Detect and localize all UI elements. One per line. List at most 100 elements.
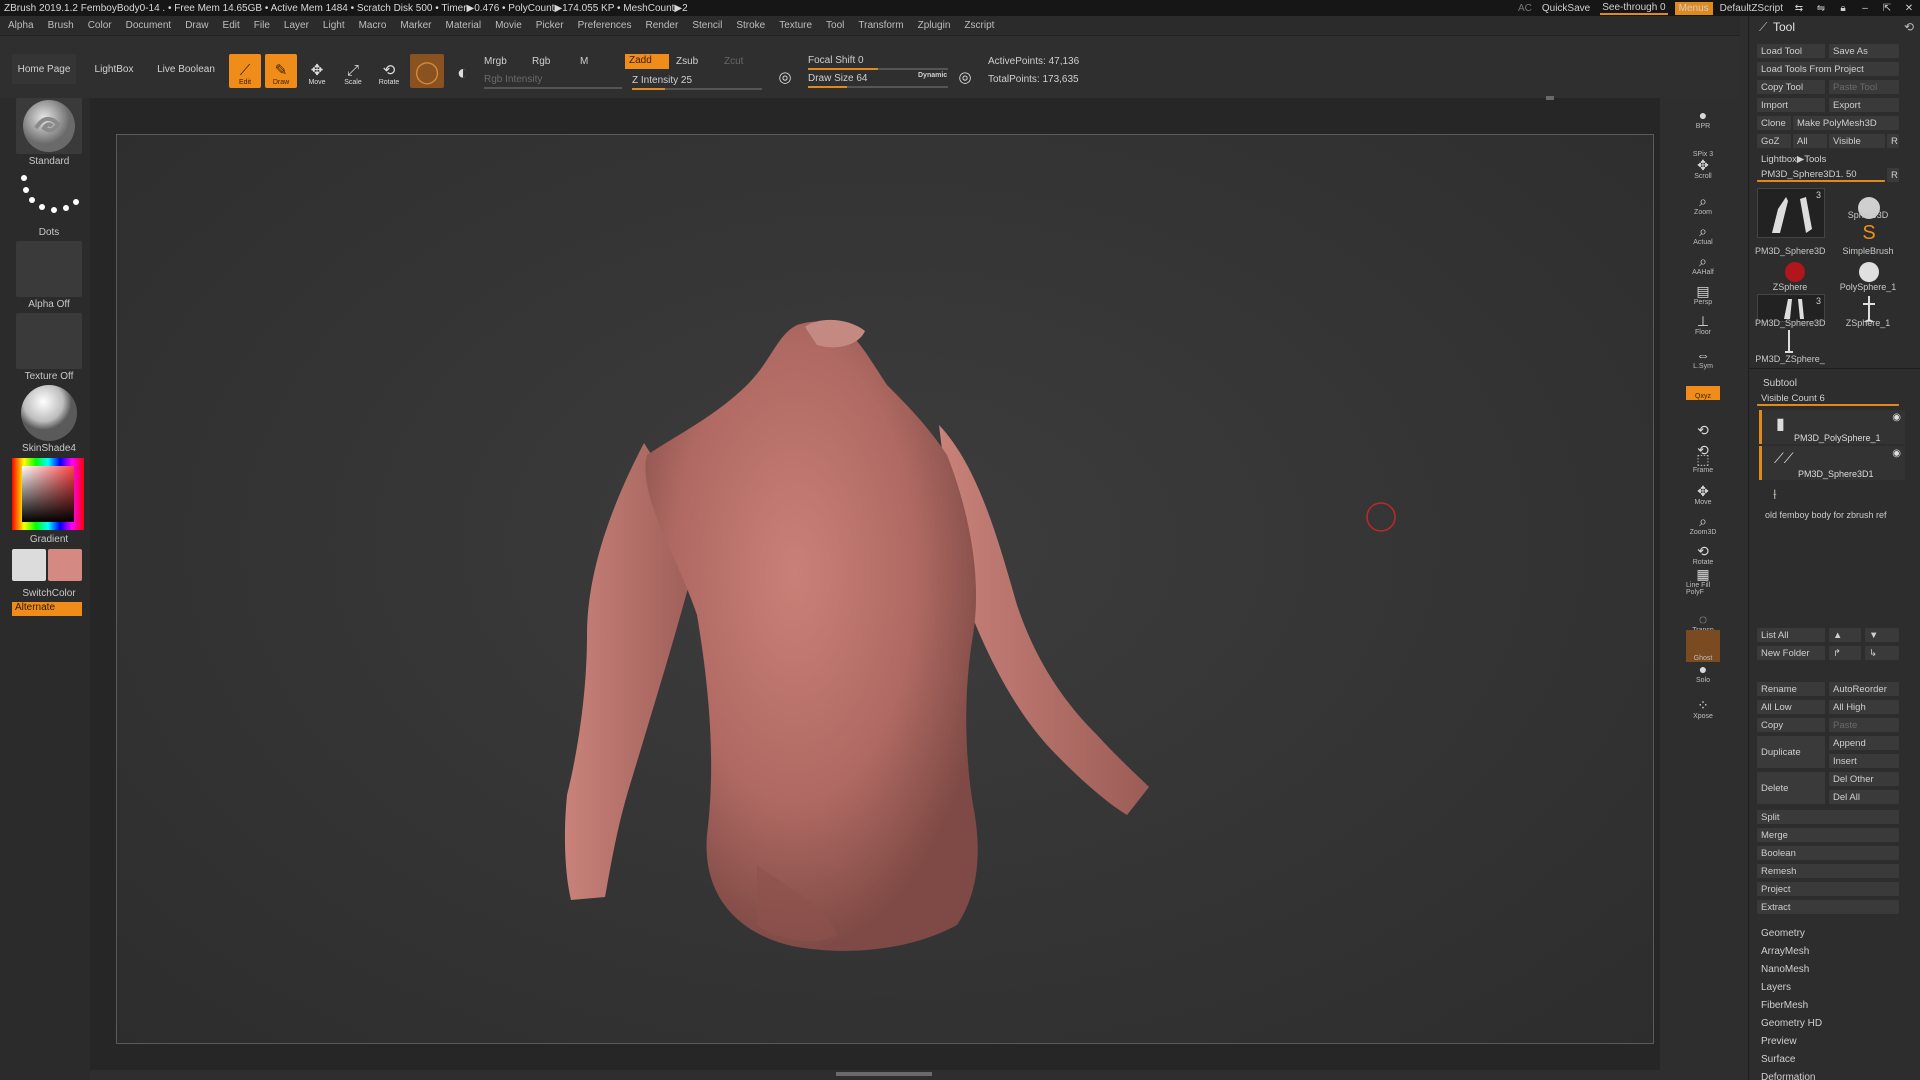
- shelf-qxyz-button[interactable]: Qxyz: [1686, 386, 1720, 400]
- z-intensity-slider[interactable]: Z Intensity 25: [632, 75, 762, 90]
- menu-draw[interactable]: Draw: [185, 20, 208, 31]
- menu-stroke[interactable]: Stroke: [736, 20, 765, 31]
- del-all-button[interactable]: Del All: [1829, 790, 1899, 804]
- shelf-persp-button[interactable]: ▤ Persp: [1686, 274, 1720, 306]
- boolean-section[interactable]: Boolean: [1757, 846, 1899, 860]
- menu-file[interactable]: File: [254, 20, 270, 31]
- layout-icon[interactable]: ⇆: [1792, 3, 1806, 14]
- export-button[interactable]: Export: [1829, 98, 1899, 112]
- mrgb-toggle[interactable]: Mrgb: [484, 56, 524, 68]
- menu-macro[interactable]: Macro: [359, 20, 387, 31]
- zcut-toggle[interactable]: Zcut: [724, 56, 754, 68]
- import-button[interactable]: Import: [1757, 98, 1825, 112]
- focal-shift-slider[interactable]: Focal Shift 0: [808, 55, 948, 70]
- delete-button[interactable]: Delete: [1757, 772, 1825, 804]
- subtool-row-1[interactable]: ▮ ◉ PM3D_PolySphere_1: [1759, 410, 1905, 444]
- subtool-visibility-eye-icon[interactable]: ◉: [1892, 448, 1901, 459]
- rotate-mode-button[interactable]: ⟲ Rotate: [373, 54, 405, 88]
- autoreorder-button[interactable]: AutoReorder: [1829, 682, 1899, 696]
- menu-render[interactable]: Render: [646, 20, 679, 31]
- color-picker[interactable]: [12, 458, 84, 530]
- menu-transform[interactable]: Transform: [858, 20, 903, 31]
- move-mode-button[interactable]: ✥ Move: [301, 54, 333, 88]
- m-toggle[interactable]: M: [580, 56, 600, 68]
- scale-mode-button[interactable]: ⤢ Scale: [337, 54, 369, 88]
- document-canvas[interactable]: [116, 134, 1654, 1044]
- brush-preview-button[interactable]: ◯: [410, 54, 444, 88]
- home-page-button[interactable]: Home Page: [12, 54, 76, 84]
- menu-tool[interactable]: Tool: [826, 20, 844, 31]
- copy-subtool-button[interactable]: Copy: [1757, 718, 1825, 732]
- switch-color-button[interactable]: SwitchColor: [10, 588, 88, 599]
- maximize-icon[interactable]: ⇱: [1880, 3, 1894, 14]
- section-deformation[interactable]: Deformation: [1761, 1072, 1815, 1080]
- shelf-rotate-button[interactable]: ⟲ Rotate: [1686, 534, 1720, 566]
- texture-thumb[interactable]: [16, 313, 82, 369]
- shelf-xpose-button[interactable]: ⁘ Xpose: [1686, 688, 1720, 720]
- tool-thumb-pm3d-sphere3d[interactable]: 3: [1757, 188, 1825, 238]
- menu-picker[interactable]: Picker: [536, 20, 564, 31]
- menu-color[interactable]: Color: [88, 20, 112, 31]
- menu-document[interactable]: Document: [126, 20, 172, 31]
- d-toggle-button[interactable]: ◎: [952, 54, 978, 88]
- tool-thumb-zsphere[interactable]: [1775, 260, 1815, 284]
- paste-subtool-button[interactable]: Paste: [1829, 718, 1899, 732]
- copy-tool-button[interactable]: Copy Tool: [1757, 80, 1825, 94]
- subtool-row-2[interactable]: ⟋⟋ ◉ PM3D_Sphere3D1: [1759, 446, 1905, 480]
- section-nanomesh[interactable]: NanoMesh: [1761, 964, 1809, 975]
- zsub-toggle[interactable]: Zsub: [676, 56, 706, 68]
- tool-thumb-simplebrush[interactable]: S: [1849, 222, 1889, 248]
- del-other-button[interactable]: Del Other: [1829, 772, 1899, 786]
- color-picker-square[interactable]: [22, 466, 74, 522]
- menu-alpha[interactable]: Alpha: [8, 20, 34, 31]
- dots-stroke-thumb[interactable]: [16, 170, 82, 226]
- all-high-button[interactable]: All High: [1829, 700, 1899, 714]
- menus-toggle-button[interactable]: Menus: [1674, 1, 1713, 15]
- goz-all-button[interactable]: All: [1793, 134, 1827, 148]
- section-preview[interactable]: Preview: [1761, 1036, 1797, 1047]
- subtool-row-3[interactable]: ⟊ old femboy body for zbrush ref: [1759, 482, 1905, 520]
- section-geometry[interactable]: Geometry: [1761, 928, 1805, 939]
- all-low-button[interactable]: All Low: [1757, 700, 1825, 714]
- section-geometry-hd[interactable]: Geometry HD: [1761, 1018, 1822, 1029]
- s-toggle-button[interactable]: ◎: [772, 54, 798, 88]
- torso-model[interactable]: [117, 135, 1653, 1043]
- secondary-color-swatch[interactable]: [48, 549, 82, 581]
- close-icon[interactable]: ✕: [1902, 3, 1916, 14]
- alpha-thumb[interactable]: [16, 241, 82, 297]
- menu-layer[interactable]: Layer: [284, 20, 309, 31]
- move-down-icon[interactable]: ▼: [1865, 628, 1899, 642]
- save-as-button[interactable]: Save As: [1829, 44, 1899, 58]
- material-sphere-button[interactable]: ◐: [447, 54, 479, 88]
- alternate-button[interactable]: Alternate: [12, 602, 82, 616]
- merge-section[interactable]: Merge: [1757, 828, 1899, 842]
- shelf-frame-button[interactable]: ⬚ Frame: [1686, 442, 1720, 474]
- current-tool-slider[interactable]: PM3D_Sphere3D1. 50: [1757, 168, 1885, 182]
- see-through-slider[interactable]: See-through 0: [1600, 2, 1668, 15]
- tool-thumb-polysphere[interactable]: [1849, 260, 1889, 284]
- live-boolean-button[interactable]: Live Boolean: [152, 54, 220, 84]
- quicksave-button[interactable]: QuickSave: [1542, 3, 1590, 14]
- menu-movie[interactable]: Movie: [495, 20, 522, 31]
- section-fibermesh[interactable]: FiberMesh: [1761, 1000, 1808, 1011]
- zadd-toggle[interactable]: Zadd: [625, 54, 669, 69]
- goz-visible-button[interactable]: Visible: [1829, 134, 1885, 148]
- paste-tool-button[interactable]: Paste Tool: [1829, 80, 1899, 94]
- minimize-icon[interactable]: –: [1858, 3, 1872, 14]
- load-tool-button[interactable]: Load Tool: [1757, 44, 1825, 58]
- menu-zplugin[interactable]: Zplugin: [918, 20, 951, 31]
- shelf-solo-button[interactable]: ● Solo: [1686, 652, 1720, 684]
- standard-brush-thumb[interactable]: [16, 98, 82, 154]
- arrow-down-right-icon[interactable]: ↳: [1865, 646, 1899, 660]
- subtool-visibility-eye-icon[interactable]: ◉: [1892, 412, 1901, 423]
- menu-brush[interactable]: Brush: [48, 20, 74, 31]
- menu-preferences[interactable]: Preferences: [578, 20, 632, 31]
- project-section[interactable]: Project: [1757, 882, 1899, 896]
- clone-button[interactable]: Clone: [1757, 116, 1791, 130]
- shelf-zoom3d-button[interactable]: ⌕ Zoom3D: [1686, 504, 1720, 536]
- menu-texture[interactable]: Texture: [779, 20, 812, 31]
- arrow-up-right-icon[interactable]: ↱: [1829, 646, 1861, 660]
- new-folder-button[interactable]: New Folder: [1757, 646, 1825, 660]
- shelf-floor-button[interactable]: ⊥ Floor: [1686, 304, 1720, 336]
- list-all-button[interactable]: List All: [1757, 628, 1825, 642]
